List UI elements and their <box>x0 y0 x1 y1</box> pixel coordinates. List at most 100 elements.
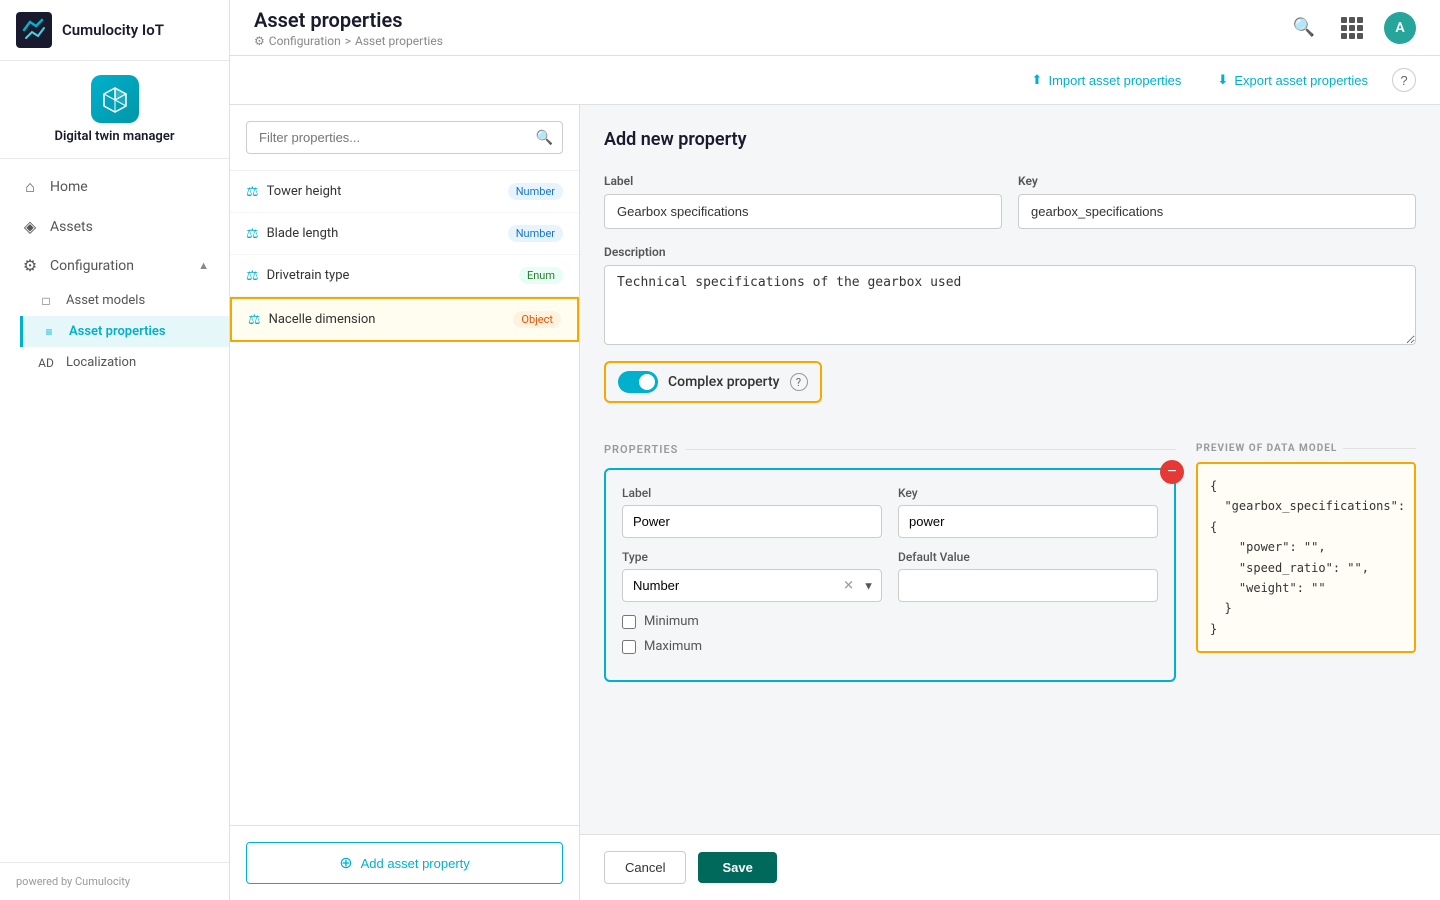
complex-help-icon[interactable]: ? <box>790 373 808 391</box>
type-select-wrap: Number Text Boolean Enum Date ✕ <box>622 569 882 602</box>
sub-key-field-label: Key <box>898 486 1158 500</box>
breadcrumb-current: Asset properties <box>355 34 443 48</box>
sidebar-item-assets[interactable]: ◈ Assets <box>0 207 229 246</box>
panel-footer: ⊕ Add asset property <box>230 825 579 900</box>
sidebar-item-localization[interactable]: AD Localization <box>20 347 229 378</box>
preview-line: "speed_ratio": "", <box>1210 558 1402 578</box>
key-group: Key <box>1018 174 1416 229</box>
topbar-title-section: Asset properties ⚙ Configuration > Asset… <box>254 8 443 48</box>
sidebar-subnav: □ Asset models ≡ Asset properties AD Loc… <box>0 285 229 378</box>
sidebar-item-label: Asset properties <box>69 324 166 339</box>
sub-label-key-row: Label Key <box>622 486 1158 538</box>
search-icon[interactable]: 🔍 <box>1288 12 1320 44</box>
sub-default-group: Default Value <box>898 550 1158 602</box>
form-actions: Cancel Save <box>580 834 1440 900</box>
description-input[interactable] <box>604 265 1416 345</box>
preview-header: PREVIEW OF DATA MODEL <box>1196 443 1416 454</box>
sidebar-item-label: Asset models <box>66 293 145 308</box>
maximum-row: Maximum <box>622 639 1158 654</box>
breadcrumb-parent[interactable]: Configuration <box>269 34 341 48</box>
plus-icon: ⊕ <box>339 853 352 873</box>
maximum-label: Maximum <box>644 639 702 654</box>
toggle-slider <box>618 371 658 393</box>
sidebar-item-asset-models[interactable]: □ Asset models <box>20 285 229 316</box>
property-items-list: ⚖ Tower height Number ⚖ Blade length Num… <box>230 171 579 825</box>
properties-section-header: PROPERTIES <box>604 443 1176 456</box>
sub-default-input[interactable] <box>898 569 1158 602</box>
brand-name: Cumulocity IoT <box>62 21 164 39</box>
search-icon: 🔍 <box>536 130 553 146</box>
sidebar-header: Cumulocity IoT <box>0 0 229 61</box>
search-input[interactable] <box>246 121 563 154</box>
sub-label-input[interactable] <box>622 505 882 538</box>
content-area: 🔍 ⚖ Tower height Number ⚖ Blade length <box>230 105 1440 900</box>
sidebar-item-label: Localization <box>66 355 136 370</box>
main-right: Add new property Label Key <box>580 105 1440 900</box>
breadcrumb-gear-icon: ⚙ <box>254 34 265 48</box>
preview-line: "weight": "" <box>1210 578 1402 598</box>
complex-property-label: Complex property <box>668 374 780 390</box>
preview-line: } <box>1210 598 1402 618</box>
topbar: Asset properties ⚙ Configuration > Asset… <box>230 0 1440 56</box>
sidebar-item-configuration[interactable]: ⚙ Configuration ▲ <box>0 246 229 285</box>
dtm-section: Digital twin manager <box>0 61 229 159</box>
list-item[interactable]: ⚖ Drivetrain type Enum <box>230 255 579 297</box>
right-content: Add new property Label Key <box>580 105 1440 834</box>
import-btn[interactable]: ⬆ Import asset properties <box>1020 66 1194 94</box>
action-bar: ⬆ Import asset properties ⬇ Export asset… <box>230 56 1440 105</box>
key-field-input[interactable] <box>1018 194 1416 229</box>
sub-key-input[interactable] <box>898 505 1158 538</box>
label-field-label: Label <box>604 174 1002 188</box>
preview-line: { <box>1210 476 1402 496</box>
cancel-button[interactable]: Cancel <box>604 851 686 884</box>
description-group: Description <box>604 245 1416 345</box>
user-avatar[interactable]: A <box>1384 12 1416 44</box>
export-btn[interactable]: ⬇ Export asset properties <box>1205 66 1380 94</box>
import-icon: ⬆ <box>1032 72 1043 88</box>
type-badge: Object <box>513 311 561 328</box>
sidebar-item-asset-properties[interactable]: ≡ Asset properties <box>20 316 229 347</box>
form-bottom: PROPERTIES − Label <box>604 443 1416 702</box>
list-item[interactable]: ⚖ Nacelle dimension Object <box>230 297 579 342</box>
help-btn[interactable]: ? <box>1392 68 1416 92</box>
list-item[interactable]: ⚖ Tower height Number <box>230 171 579 213</box>
properties-area: PROPERTIES − Label <box>604 443 1176 702</box>
sidebar-item-label: Assets <box>50 219 93 235</box>
property-list-panel: 🔍 ⚖ Tower height Number ⚖ Blade length <box>230 105 580 900</box>
configuration-icon: ⚙ <box>20 256 40 275</box>
sidebar-item-home[interactable]: ⌂ Home <box>0 167 229 207</box>
save-button[interactable]: Save <box>698 852 776 883</box>
dtm-icon <box>91 75 139 123</box>
clear-type-icon[interactable]: ✕ <box>843 578 854 593</box>
description-label: Description <box>604 245 1416 259</box>
list-item[interactable]: ⚖ Blade length Number <box>230 213 579 255</box>
form-title: Add new property <box>604 129 1416 150</box>
preview-line: } <box>1210 619 1402 639</box>
sidebar-footer: powered by Cumulocity <box>0 862 229 900</box>
sub-type-group: Type Number Text Boolean Enum <box>622 550 882 602</box>
asset-models-icon: □ <box>36 294 56 308</box>
preview-line: "power": "", <box>1210 537 1402 557</box>
type-badge: Number <box>508 225 563 242</box>
label-field-input[interactable] <box>604 194 1002 229</box>
sub-label-field-label: Label <box>622 486 882 500</box>
label-key-row: Label Key <box>604 174 1416 229</box>
sub-label-group: Label <box>622 486 882 538</box>
sub-property-card: − Label Key <box>604 468 1176 682</box>
minimum-row: Minimum <box>622 614 1158 629</box>
apps-icon[interactable] <box>1336 12 1368 44</box>
maximum-checkbox[interactable] <box>622 640 636 654</box>
add-asset-property-button[interactable]: ⊕ Add asset property <box>246 842 563 884</box>
complex-toggle[interactable] <box>618 371 658 393</box>
key-field-label: Key <box>1018 174 1416 188</box>
sub-type-label: Type <box>622 550 882 564</box>
export-icon: ⬇ <box>1217 72 1228 88</box>
home-icon: ⌂ <box>20 177 40 197</box>
localization-icon: AD <box>36 356 56 370</box>
minimum-checkbox[interactable] <box>622 615 636 629</box>
sidebar-item-label: Configuration <box>50 258 134 274</box>
label-group: Label <box>604 174 1002 229</box>
cumulocity-logo-icon <box>16 12 52 48</box>
asset-properties-icon: ≡ <box>39 325 59 339</box>
remove-property-button[interactable]: − <box>1160 460 1184 484</box>
